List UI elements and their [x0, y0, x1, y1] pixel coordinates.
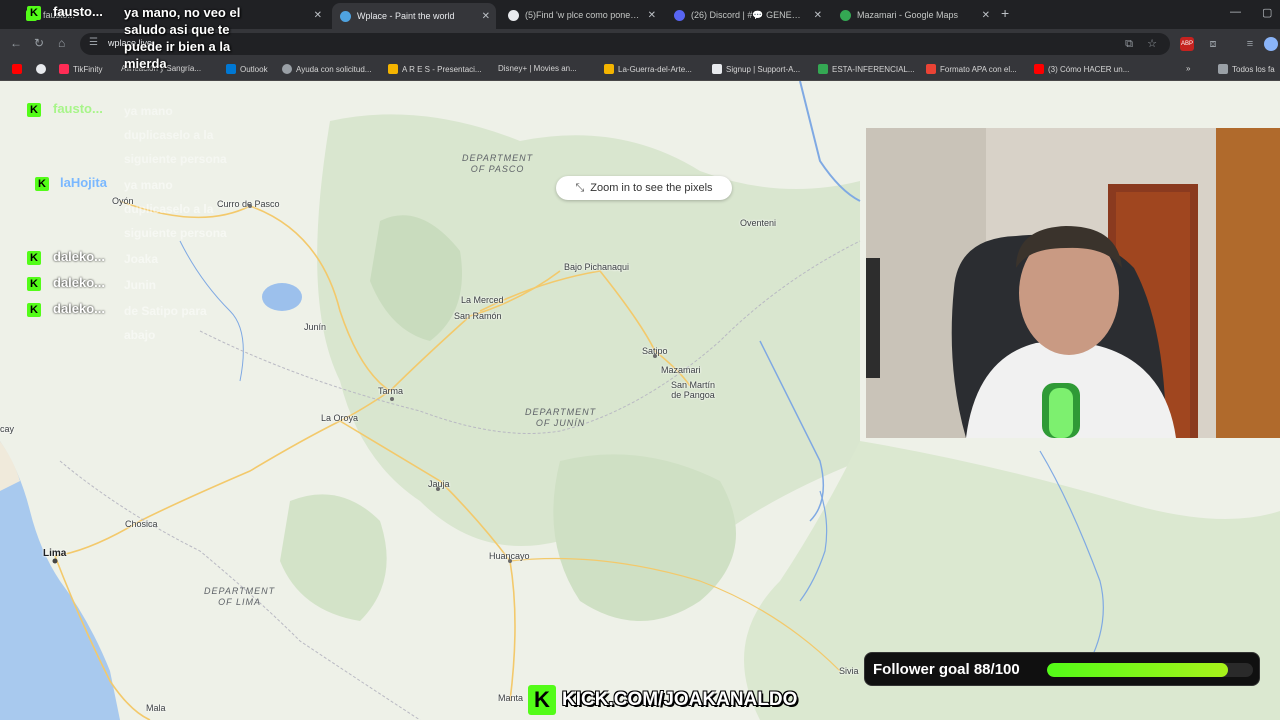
bookmark-formato-apa[interactable]: Formato APA con el...: [926, 64, 1017, 74]
map-label: Tarma: [378, 386, 404, 396]
chat-message: ya mano duplicaselo a la siguiente perso…: [124, 178, 227, 240]
bookmark-star-icon[interactable]: ☆: [1145, 37, 1159, 51]
kick-badge-icon: K: [35, 177, 49, 191]
map-label: Jauja: [428, 479, 450, 489]
chat-message: de Satipo para abajo: [124, 304, 207, 342]
map-label: Mazamari: [661, 365, 701, 375]
close-tab-icon[interactable]: ✕: [982, 10, 990, 21]
close-tab-icon[interactable]: ✕: [814, 10, 822, 21]
map-label: La Merced: [461, 295, 504, 305]
bookmark-ayuda[interactable]: Ayuda con solicitud...: [282, 64, 371, 74]
kick-logo-icon: K: [528, 685, 556, 715]
kick-badge-icon: K: [27, 6, 41, 20]
department-label: DEPARTMENT OF PASCO: [462, 153, 534, 174]
map-label: La Oroya: [321, 413, 359, 423]
tab-find[interactable]: (5)Find 'w plce como poner im ✕: [500, 3, 662, 27]
map-label: Oventeni: [740, 218, 777, 228]
extension-abp-icon[interactable]: ABP: [1180, 37, 1194, 51]
chat-username: fausto...: [53, 101, 103, 116]
close-tab-icon[interactable]: ✕: [648, 10, 656, 21]
map-label: cay: [0, 424, 15, 434]
maps-favicon-icon: [840, 9, 851, 21]
pacific-ocean: [0, 441, 120, 720]
map-label: Sivia: [839, 666, 859, 676]
map-label: Satipo: [642, 346, 668, 356]
bookmark-disney[interactable]: Disney+ | Movies an...: [498, 64, 577, 73]
bookmarks-overflow-icon[interactable]: »: [1186, 64, 1190, 73]
tab-discord[interactable]: (26) Discord | #💬 GENERAL | 🍔 ✕: [666, 3, 828, 27]
bookmark-como-hacer[interactable]: (3) Cómo HACER un...: [1034, 64, 1129, 74]
follower-goal-widget: Follower goal 88/100: [864, 652, 1260, 686]
sidebar-icon[interactable]: ≡: [1243, 37, 1257, 51]
profile-avatar[interactable]: [1264, 37, 1278, 51]
maximize-icon[interactable]: ▢: [1262, 6, 1272, 19]
bookmark-ares[interactable]: A R E S - Presentaci...: [388, 64, 482, 74]
back-icon[interactable]: ←: [10, 36, 22, 50]
map-label: Manta: [498, 693, 524, 703]
cast-icon[interactable]: ⧉: [1122, 37, 1136, 51]
webcam-feed: [866, 128, 1280, 438]
chat-username: fausto...: [53, 4, 103, 19]
site-settings-icon[interactable]: ☰: [89, 37, 98, 48]
kick-channel-banner: K KICK.COM/JOAKANALDO: [528, 684, 797, 716]
wplace-favicon-icon: [340, 10, 351, 22]
zoom-in-icon: ⤡: [575, 181, 585, 194]
webcam-image: [866, 128, 1280, 438]
kick-badge-icon: K: [27, 251, 41, 265]
chat-message: Junin: [124, 278, 156, 292]
lake: [262, 283, 302, 311]
river: [799, 81, 861, 202]
chat-message: ya mano duplicaselo a la siguiente perso…: [124, 104, 227, 166]
follower-goal-fill: [1047, 663, 1229, 677]
chat-username: daleko...: [53, 301, 106, 316]
tab-wplace[interactable]: Wplace - Paint the world ✕: [332, 3, 496, 29]
chat-username: daleko...: [53, 275, 106, 290]
close-tab-icon[interactable]: ✕: [314, 10, 322, 21]
github-bookmark-icon[interactable]: [36, 64, 50, 74]
chat-message: Joaka: [124, 252, 159, 266]
map-label: San Martín de Pangoa: [670, 380, 716, 400]
screen: fausto... ✕ Wplace - Paint the world ✕ (…: [0, 0, 1280, 720]
minimize-icon[interactable]: —: [1230, 6, 1241, 18]
kick-channel-url: KICK.COM/JOAKANALDO: [562, 689, 798, 710]
kick-badge-icon: K: [27, 277, 41, 291]
bookmark-tikfinity[interactable]: TikFinity: [59, 64, 102, 74]
discord-favicon-icon: [674, 9, 685, 21]
chat-username: laHojita: [60, 175, 107, 190]
map-label: Junín: [304, 322, 327, 332]
new-tab-icon[interactable]: +: [1001, 5, 1009, 21]
close-tab-icon[interactable]: ✕: [482, 11, 490, 22]
map-label: Mala: [146, 703, 166, 713]
tab-google-maps[interactable]: Mazamari - Google Maps ✕: [832, 3, 996, 27]
map-label: Huancayo: [489, 551, 530, 561]
map-label: Bajo Pichanaqui: [564, 262, 630, 272]
bookmark-guerra-arte[interactable]: La-Guerra-del-Arte...: [604, 64, 692, 74]
chat-message: ya mano, no veo el saludo asi que te pue…: [124, 5, 241, 71]
forest-region: [280, 494, 387, 621]
youtube-bookmark-icon[interactable]: [12, 64, 26, 74]
chat-username: daleko...: [53, 249, 106, 264]
follower-goal-track: [1047, 663, 1253, 677]
map-label: San Ramón: [454, 311, 502, 321]
kick-badge-icon: K: [27, 103, 41, 117]
kick-badge-icon: K: [27, 303, 41, 317]
home-icon[interactable]: ⌂: [58, 36, 65, 50]
bookmark-inferencial[interactable]: ESTA-INFERENCIAL...: [818, 64, 915, 74]
map-label: Lima: [43, 548, 67, 559]
department-label: DEPARTMENT OF JUNÍN: [525, 407, 597, 428]
extensions-icon[interactable]: ⧈: [1206, 37, 1220, 51]
department-label: DEPARTMENT OF LIMA: [204, 586, 276, 607]
forest-region: [553, 454, 736, 621]
bookmark-all[interactable]: Todos los fa: [1218, 64, 1275, 74]
reload-icon[interactable]: ↻: [34, 36, 44, 50]
zoom-hint-button[interactable]: ⤡ Zoom in to see the pixels: [556, 176, 732, 200]
tiktok-favicon-icon: [508, 9, 519, 21]
map-label: Chosica: [125, 519, 158, 529]
follower-goal-label: Follower goal 88/100: [873, 661, 1020, 678]
bookmark-signup[interactable]: Signup | Support-A...: [712, 64, 800, 74]
